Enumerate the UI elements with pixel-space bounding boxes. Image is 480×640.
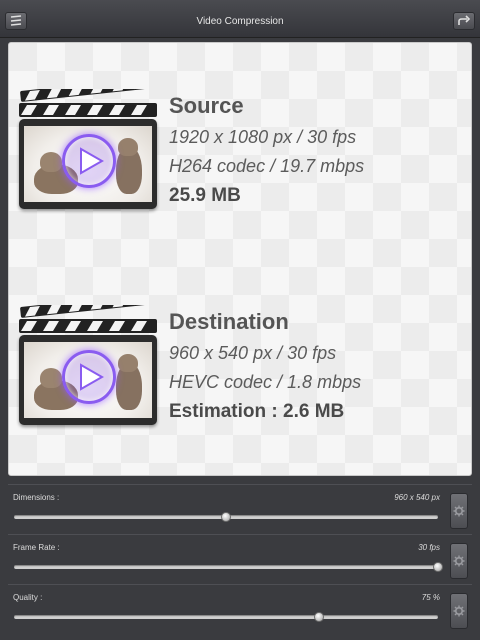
source-resolution: 1920 x 1080 px / 30 fps [169, 127, 357, 147]
dimensions-slider[interactable] [14, 512, 438, 522]
destination-info: Destination 960 x 540 px / 30 fps HEVC c… [169, 309, 361, 423]
dimensions-value: 960 x 540 px [394, 493, 440, 502]
slider-thumb[interactable] [314, 612, 325, 622]
source-size: 25.9 MB [169, 185, 241, 206]
gear-icon [453, 605, 465, 617]
frame-rate-value: 30 fps [418, 543, 440, 552]
destination-codec: HEVC codec / 1.8 mbps [169, 372, 362, 392]
destination-size-estimate: Estimation : 2.6 MB [169, 401, 345, 422]
quality-value: 75 % [421, 593, 440, 602]
navigation-bar: Video Compression [0, 0, 480, 38]
slider-thumb[interactable] [221, 512, 231, 522]
source-heading: Source [169, 93, 244, 118]
frame-rate-control: Frame Rate : 30 fps [8, 534, 472, 579]
quality-control: Quality : 75 % [8, 584, 472, 629]
frame-rate-settings-button[interactable] [450, 543, 468, 579]
quality-slider[interactable] [14, 612, 438, 622]
frame-rate-slider[interactable] [14, 562, 443, 572]
source-codec: H264 codec / 19.7 mbps [169, 156, 365, 176]
gear-icon [453, 555, 465, 567]
slider-thumb[interactable] [433, 562, 443, 572]
video-frame [19, 119, 157, 209]
frame-rate-label: Frame Rate : [13, 543, 60, 552]
dimensions-settings-button[interactable] [450, 493, 468, 529]
share-icon [458, 15, 471, 25]
video-frame [19, 335, 157, 425]
quality-settings-button[interactable] [450, 593, 468, 629]
kitten-image [24, 342, 152, 418]
gear-icon [453, 505, 465, 517]
kitten-image [24, 126, 152, 202]
destination-resolution: 960 x 540 px / 30 fps [169, 343, 337, 363]
dimensions-label: Dimensions : [13, 493, 60, 502]
source-video-thumbnail[interactable] [17, 89, 159, 211]
dimensions-control: Dimensions : 960 x 540 px [8, 484, 472, 529]
info-panel: Source 1920 x 1080 px / 30 fps H264 code… [8, 42, 472, 476]
share-button[interactable] [453, 12, 475, 30]
destination-video-thumbnail[interactable] [17, 305, 159, 427]
source-info: Source 1920 x 1080 px / 30 fps H264 code… [169, 93, 364, 207]
play-icon [62, 134, 116, 188]
clapperboard-icon [19, 89, 157, 117]
page-title: Video Compression [196, 16, 284, 27]
clapperboard-icon [19, 305, 157, 333]
play-icon [62, 350, 116, 404]
quality-label: Quality : [13, 593, 43, 602]
destination-heading: Destination [169, 309, 289, 334]
